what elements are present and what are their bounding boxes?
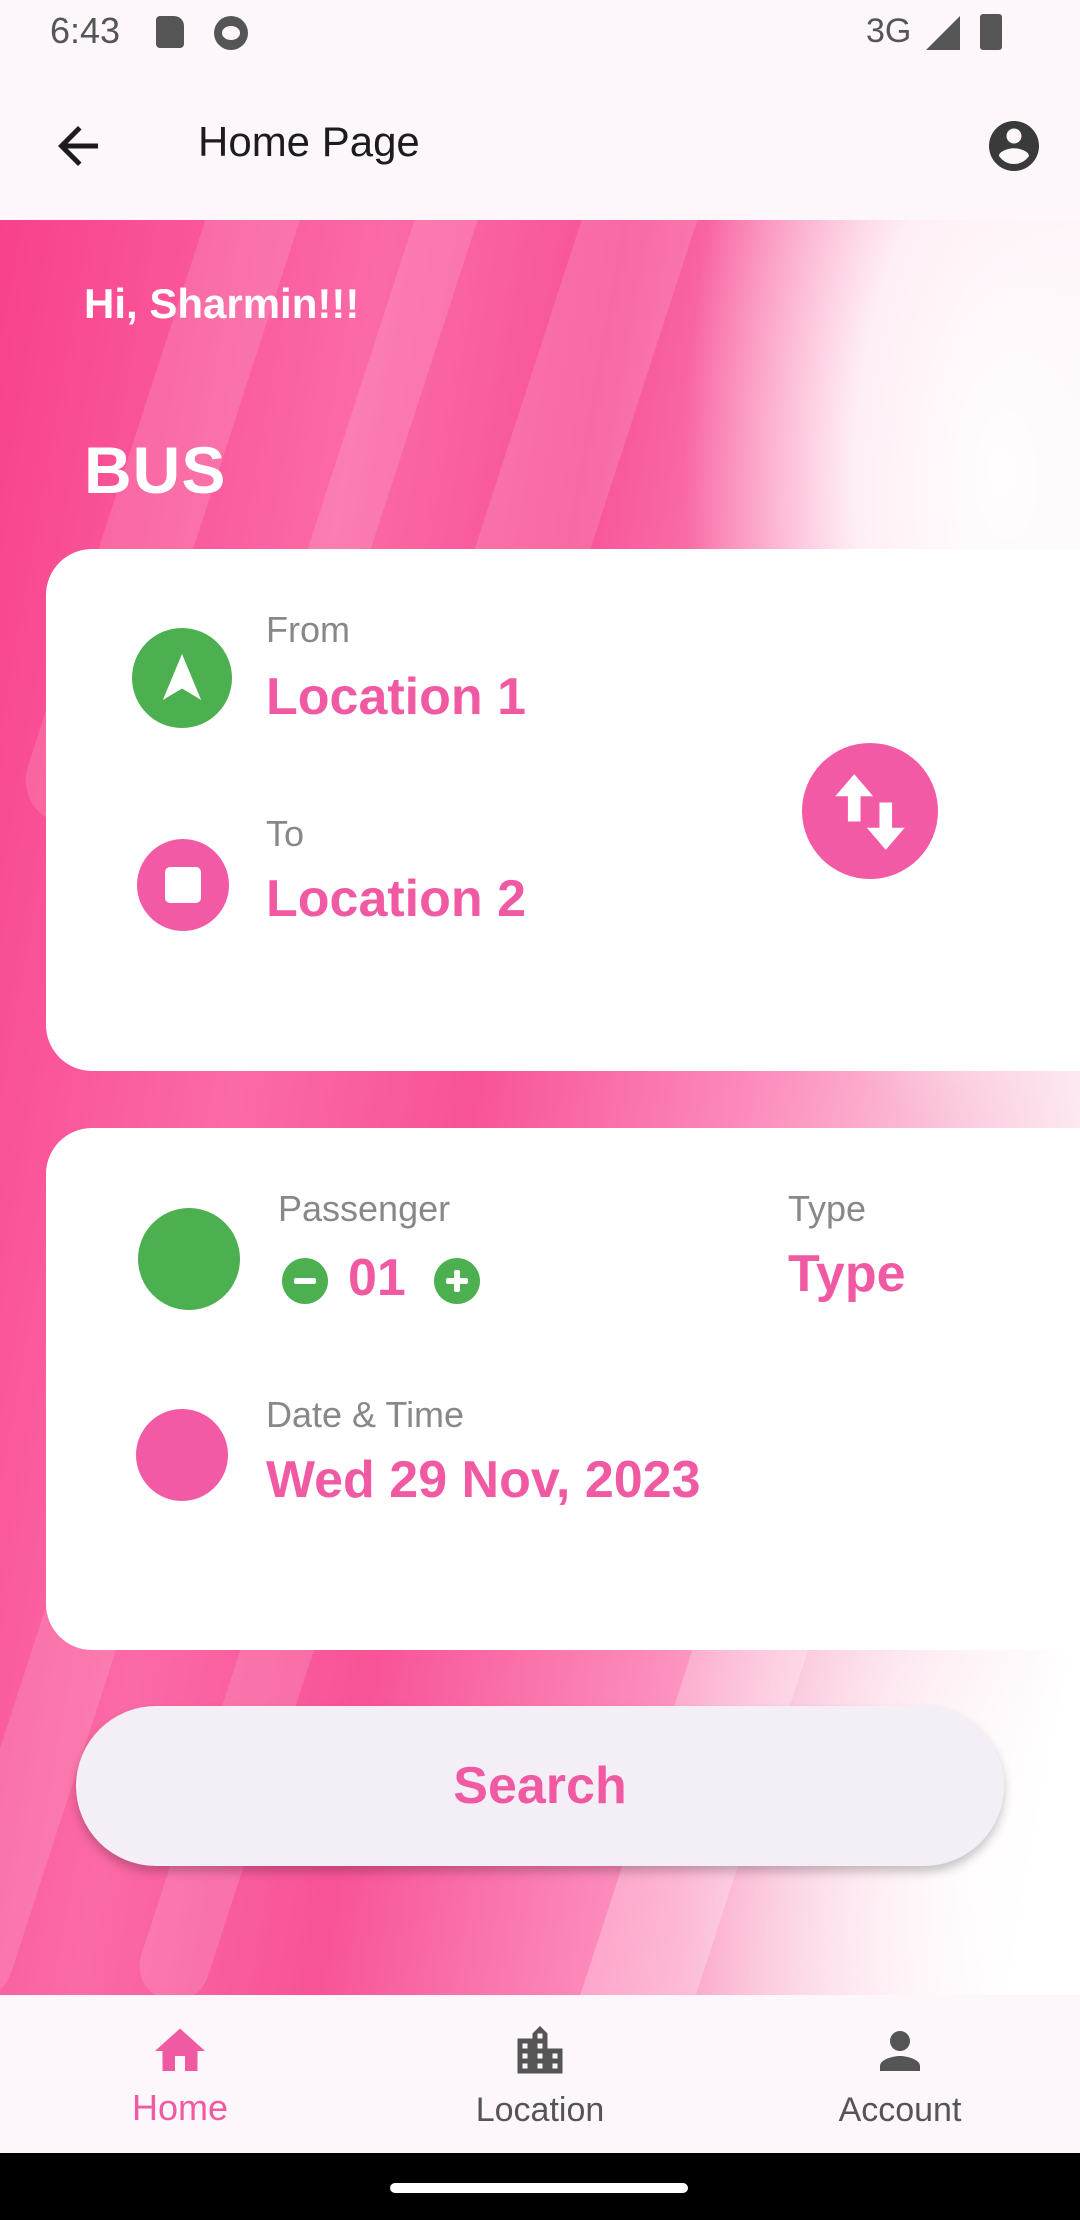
type-value[interactable]: Type bbox=[788, 1244, 906, 1304]
nav-item-account[interactable]: Account bbox=[750, 1995, 1050, 2153]
search-button[interactable]: Search bbox=[76, 1706, 1004, 1866]
passenger-label: Passenger bbox=[278, 1188, 451, 1229]
trip-details-card: Passenger 01 Type Type Date & Time Wed 2… bbox=[46, 1128, 1080, 1650]
status-time: 6:43 bbox=[50, 10, 121, 51]
account-circle-icon[interactable] bbox=[984, 116, 1044, 176]
bottom-navigation: Home Location Account bbox=[0, 1995, 1080, 2153]
passenger-count: 01 bbox=[348, 1249, 406, 1307]
increase-passenger-button[interactable] bbox=[434, 1258, 480, 1304]
nav-item-location[interactable]: Location bbox=[390, 1995, 690, 2153]
date-time-label: Date & Time bbox=[266, 1394, 465, 1435]
battery-icon bbox=[980, 14, 1002, 50]
home-icon bbox=[155, 2028, 205, 2071]
swap-vertical-icon bbox=[835, 774, 905, 850]
app-bar: Home Page bbox=[0, 66, 1080, 220]
from-label: From bbox=[266, 609, 350, 650]
sd-card-icon bbox=[156, 16, 184, 48]
to-location[interactable]: Location 2 bbox=[266, 869, 526, 929]
nav-item-home[interactable]: Home bbox=[30, 1995, 330, 2153]
page-title: Home Page bbox=[198, 118, 420, 165]
decrease-passenger-button[interactable] bbox=[282, 1258, 328, 1304]
stop-square bbox=[165, 867, 201, 903]
arrow-back-icon[interactable] bbox=[48, 116, 108, 176]
route-card: From Location 1 To Location 2 bbox=[46, 549, 1080, 1071]
person-icon bbox=[880, 2031, 920, 2071]
from-location[interactable]: Location 1 bbox=[266, 667, 526, 727]
location-city-icon bbox=[517, 2026, 563, 2074]
transport-mode-title: BUS bbox=[84, 433, 227, 507]
nav-label-account: Account bbox=[838, 2091, 962, 2129]
status-bar: 6:43 3G bbox=[0, 0, 1080, 66]
greeting-text: Hi, Sharmin!!! bbox=[84, 280, 360, 327]
calendar-icon bbox=[136, 1409, 228, 1501]
home-gesture-handle[interactable] bbox=[390, 2183, 688, 2193]
cat-icon bbox=[214, 16, 248, 50]
passenger-icon bbox=[138, 1208, 240, 1310]
nav-label-home: Home bbox=[131, 2087, 229, 2128]
destination-stop-icon bbox=[137, 839, 229, 931]
type-label: Type bbox=[788, 1188, 867, 1229]
navigation-icon bbox=[132, 628, 232, 728]
system-navigation-bar bbox=[0, 2153, 1080, 2220]
nav-label-location: Location bbox=[475, 2091, 605, 2129]
to-label: To bbox=[266, 813, 305, 854]
date-time-value[interactable]: Wed 29 Nov, 2023 bbox=[266, 1450, 701, 1510]
swap-locations-button[interactable] bbox=[802, 743, 938, 879]
signal-icon bbox=[926, 16, 960, 50]
network-type: 3G bbox=[866, 12, 912, 50]
